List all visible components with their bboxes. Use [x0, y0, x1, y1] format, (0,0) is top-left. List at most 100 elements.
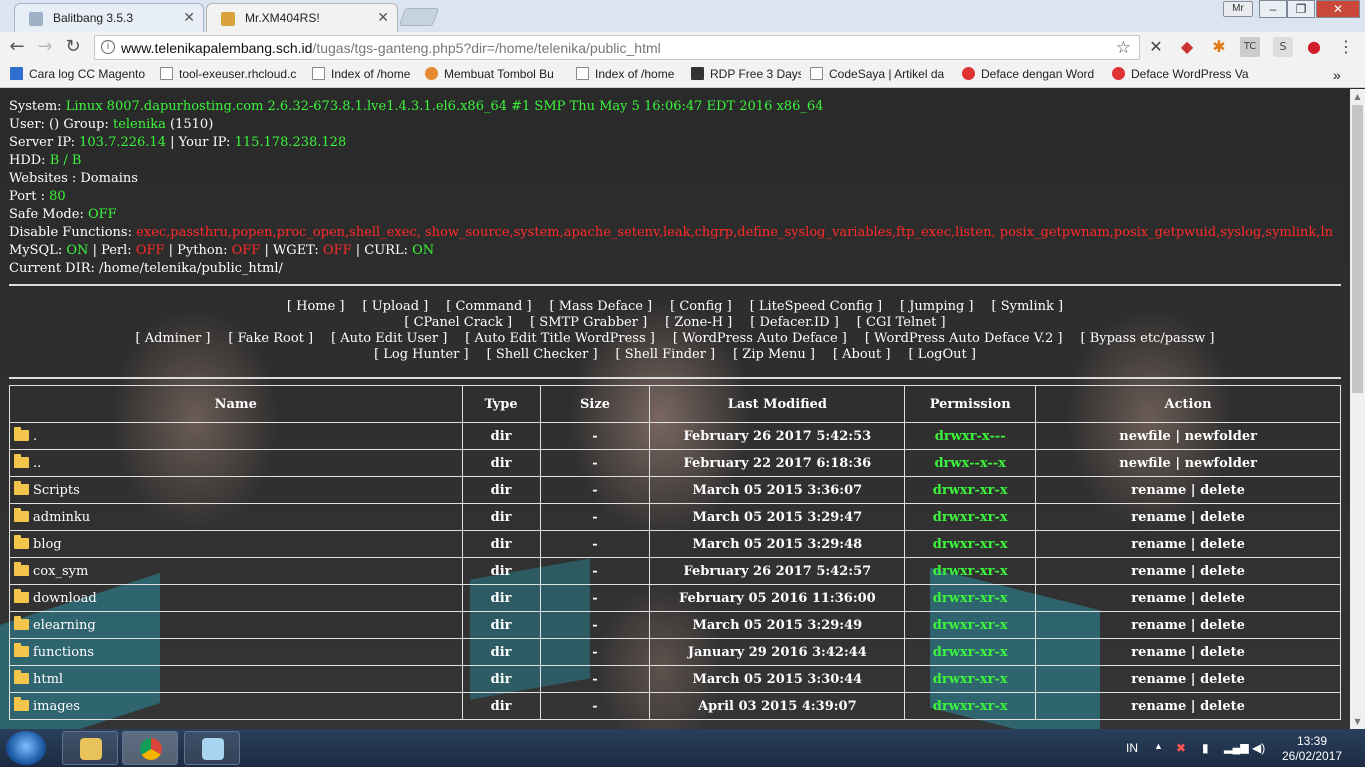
pinwheel-extension-icon[interactable]: ✱: [1209, 37, 1229, 57]
file-name-cell[interactable]: elearning: [9, 611, 463, 639]
action-link-2[interactable]: delete: [1200, 699, 1245, 714]
file-name-cell[interactable]: blog: [9, 530, 463, 558]
menu-shell-checker[interactable]: [ Shell Checker ]: [487, 347, 598, 362]
file-permission[interactable]: drwxr-xr-x: [904, 557, 1037, 585]
action-link-1[interactable]: rename: [1131, 645, 1186, 660]
menu-cpanel-crack[interactable]: [ CPanel Crack ]: [404, 315, 512, 330]
action-link-2[interactable]: delete: [1200, 537, 1245, 552]
menu-logout[interactable]: [ LogOut ]: [908, 347, 975, 362]
action-link-2[interactable]: delete: [1200, 645, 1245, 660]
file-name[interactable]: ..: [33, 456, 41, 471]
battery-icon[interactable]: ▮: [1202, 741, 1209, 755]
start-button[interactable]: [6, 731, 46, 765]
pinterest-icon[interactable]: ●: [1304, 37, 1324, 57]
menu-auto-edit-title-wordpress[interactable]: [ Auto Edit Title WordPress ]: [465, 331, 655, 346]
file-name[interactable]: blog: [33, 537, 62, 552]
action-link-1[interactable]: rename: [1131, 564, 1186, 579]
action-link-1[interactable]: newfile: [1119, 456, 1171, 471]
tab-mrxm404rs[interactable]: Mr.XM404RS! ✕: [206, 3, 398, 32]
table-row[interactable]: .. dir - February 22 2017 6:18:36 drwx--x--x…: [9, 449, 1341, 477]
chrome-menu-icon[interactable]: ⋮: [1336, 37, 1356, 57]
bookmark-item[interactable]: Index of /home: [576, 67, 680, 81]
table-row[interactable]: . dir - February 26 2017 5:42:53 drwxr-x--- n…: [9, 422, 1341, 450]
menu-bypass-etc-passw[interactable]: [ Bypass etc/passw ]: [1080, 331, 1214, 346]
action-link-2[interactable]: delete: [1200, 672, 1245, 687]
menu-zip-menu[interactable]: [ Zip Menu ]: [733, 347, 815, 362]
file-permission[interactable]: drwxr-xr-x: [904, 530, 1037, 558]
taskbar-explorer[interactable]: [62, 731, 118, 765]
action-link-2[interactable]: delete: [1200, 564, 1245, 579]
bookmark-item[interactable]: tool-exeuser.rhcloud.c: [160, 67, 298, 81]
menu-litespeed-config[interactable]: [ LiteSpeed Config ]: [750, 299, 882, 314]
language-indicator[interactable]: IN: [1126, 741, 1138, 755]
table-row[interactable]: adminku dir - March 05 2015 3:29:47 drwxr-xr…: [9, 503, 1341, 531]
shield-extension-icon[interactable]: ◆: [1177, 37, 1197, 57]
table-row[interactable]: html dir - March 05 2015 3:30:44 drwxr-xr-x r…: [9, 665, 1341, 693]
menu-symlink[interactable]: [ Symlink ]: [992, 299, 1064, 314]
tray-expand-icon[interactable]: ▲: [1154, 741, 1163, 751]
bookmark-item[interactable]: RDP Free 3 Days: [691, 67, 801, 81]
scroll-up-arrow-icon[interactable]: ▲: [1350, 89, 1365, 104]
tc-extension-icon[interactable]: TC: [1240, 37, 1260, 57]
system-clock[interactable]: 13:39 26/02/2017: [1282, 734, 1342, 764]
profile-button[interactable]: Mr: [1223, 1, 1253, 17]
action-link-1[interactable]: newfile: [1119, 429, 1171, 444]
action-link-1[interactable]: rename: [1131, 618, 1186, 633]
file-name[interactable]: images: [33, 699, 80, 714]
action-link-1[interactable]: rename: [1131, 510, 1186, 525]
back-arrow-icon[interactable]: ←: [6, 36, 28, 58]
action-link-2[interactable]: newfolder: [1185, 429, 1257, 444]
new-tab-button[interactable]: [398, 8, 440, 26]
s-extension-icon[interactable]: S: [1273, 37, 1293, 57]
bookmark-item[interactable]: Cara log CC Magento: [10, 67, 146, 81]
menu-home[interactable]: [ Home ]: [287, 299, 345, 314]
bookmark-item[interactable]: Membuat Tombol Bu: [425, 67, 563, 81]
menu-cgi-telnet[interactable]: [ CGI Telnet ]: [857, 315, 946, 330]
file-permission[interactable]: drwxr-xr-x: [904, 584, 1037, 612]
file-permission[interactable]: drwxr-xr-x: [904, 611, 1037, 639]
table-row[interactable]: blog dir - March 05 2015 3:29:48 drwxr-xr-x r…: [9, 530, 1341, 558]
file-name[interactable]: .: [33, 429, 37, 444]
page-scrollbar[interactable]: ▲ ▼: [1350, 89, 1365, 729]
bookmark-star-icon[interactable]: ☆: [1116, 38, 1131, 58]
action-link-1[interactable]: rename: [1131, 699, 1186, 714]
menu-about[interactable]: [ About ]: [833, 347, 891, 362]
menu-smtp-grabber[interactable]: [ SMTP Grabber ]: [530, 315, 647, 330]
file-name[interactable]: adminku: [33, 510, 90, 525]
table-row[interactable]: Scripts dir - March 05 2015 3:36:07 drwxr-xr…: [9, 476, 1341, 504]
file-name[interactable]: cox_sym: [33, 564, 88, 579]
action-link-2[interactable]: newfolder: [1185, 456, 1257, 471]
menu-command[interactable]: [ Command ]: [446, 299, 531, 314]
table-row[interactable]: download dir - February 05 2016 11:36:00 drw…: [9, 584, 1341, 612]
bookmarks-overflow-icon[interactable]: »: [1333, 67, 1341, 83]
current-dir-line[interactable]: Current DIR: /home/telenika/public_html/: [9, 260, 1333, 278]
menu-auto-edit-user[interactable]: [ Auto Edit User ]: [331, 331, 447, 346]
tab-balitbang[interactable]: Balitbang 3.5.3 ✕: [14, 3, 204, 32]
bookmark-item[interactable]: Deface WordPress Va: [1112, 67, 1250, 81]
file-permission[interactable]: drwxr-xr-x: [904, 665, 1037, 693]
volume-icon[interactable]: ◀): [1252, 741, 1265, 755]
file-name-cell[interactable]: Scripts: [9, 476, 463, 504]
bookmark-item[interactable]: Index of /home: [312, 67, 416, 81]
file-permission[interactable]: drwx--x--x: [904, 449, 1037, 477]
forward-arrow-icon[interactable]: →: [34, 36, 56, 58]
file-permission[interactable]: drwxr-xr-x: [904, 503, 1037, 531]
table-row[interactable]: functions dir - January 29 2016 3:42:44 drwx…: [9, 638, 1341, 666]
file-name-cell[interactable]: cox_sym: [9, 557, 463, 585]
action-link-2[interactable]: delete: [1200, 483, 1245, 498]
bookmark-item[interactable]: CodeSaya | Artikel da: [810, 67, 950, 81]
action-link-2[interactable]: delete: [1200, 618, 1245, 633]
file-permission[interactable]: drwxr-xr-x: [904, 638, 1037, 666]
file-name[interactable]: functions: [33, 645, 94, 660]
file-name-cell[interactable]: .: [9, 422, 463, 450]
menu-adminer[interactable]: [ Adminer ]: [136, 331, 211, 346]
menu-config[interactable]: [ Config ]: [670, 299, 732, 314]
table-row[interactable]: cox_sym dir - February 26 2017 5:42:57 drwxr…: [9, 557, 1341, 585]
file-name-cell[interactable]: functions: [9, 638, 463, 666]
action-link-1[interactable]: rename: [1131, 537, 1186, 552]
file-permission[interactable]: drwxr-xr-x: [904, 692, 1037, 720]
action-link-1[interactable]: rename: [1131, 483, 1186, 498]
file-permission[interactable]: drwxr-xr-x: [904, 476, 1037, 504]
address-bar[interactable]: i www.telenikapalembang.sch.id/tugas/tgs…: [94, 35, 1140, 60]
x-extension-icon[interactable]: ✕: [1146, 37, 1166, 57]
